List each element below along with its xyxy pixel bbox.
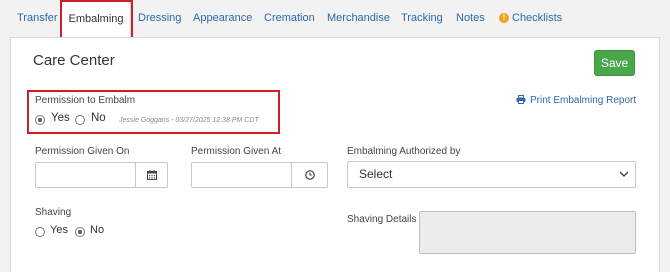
permission-given-at-label: Permission Given At [191, 146, 282, 157]
save-button[interactable]: Save [594, 50, 635, 76]
permission-audit-text: Jessie Goggans - 03/27/2025 12:38 PM CDT [119, 117, 259, 124]
clock-icon [304, 170, 315, 180]
calendar-icon [146, 170, 157, 180]
shaving-details-label: Shaving Details [347, 214, 417, 225]
shaving-details-textarea[interactable] [419, 211, 636, 254]
tab-embalming[interactable]: Embalming [61, 0, 131, 39]
print-link-label: Print Embalming Report [530, 95, 637, 106]
shaving-no-label[interactable]: No [90, 224, 104, 236]
embalming-authorized-by-select[interactable]: Select [347, 161, 636, 188]
shaving-label: Shaving [35, 207, 72, 218]
tab-bar: Transfer Embalming Dressing Appearance C… [0, 0, 670, 39]
tab-checklists[interactable]: ! Checklists [499, 11, 562, 25]
permission-yes-label[interactable]: Yes [51, 112, 70, 124]
printer-icon [516, 95, 526, 104]
tab-tracking[interactable]: Tracking [401, 11, 443, 25]
print-embalming-report-link[interactable]: Print Embalming Report [516, 95, 636, 106]
embalming-authorized-by-value: Select [359, 167, 393, 181]
permission-yes-radio[interactable] [35, 115, 45, 125]
calendar-button[interactable] [135, 162, 168, 188]
tab-transfer[interactable]: Transfer [17, 11, 58, 25]
shaving-no-radio[interactable] [75, 227, 85, 237]
tab-merchandise[interactable]: Merchandise [327, 11, 390, 25]
clock-button[interactable] [291, 162, 328, 188]
tab-checklists-label: Checklists [512, 12, 563, 24]
page-title: Care Center [33, 52, 115, 69]
permission-given-on-label: Permission Given On [35, 146, 130, 157]
permission-given-at-input[interactable] [191, 162, 292, 188]
care-center-panel: Care Center Save Permission to Embalm Ye… [10, 37, 660, 272]
tab-appearance[interactable]: Appearance [193, 11, 252, 25]
permission-to-embalm-label: Permission to Embalm [35, 95, 136, 106]
chevron-down-icon [619, 171, 629, 177]
tab-cremation[interactable]: Cremation [264, 11, 315, 25]
permission-no-radio[interactable] [75, 115, 85, 125]
embalming-authorized-by-label: Embalming Authorized by [347, 146, 461, 157]
tab-notes[interactable]: Notes [456, 11, 485, 25]
permission-given-on-input[interactable] [35, 162, 136, 188]
tab-dressing[interactable]: Dressing [138, 11, 181, 25]
shaving-yes-label[interactable]: Yes [50, 224, 68, 236]
warning-icon: ! [499, 13, 509, 23]
shaving-yes-radio[interactable] [35, 227, 45, 237]
permission-no-label[interactable]: No [91, 112, 106, 124]
